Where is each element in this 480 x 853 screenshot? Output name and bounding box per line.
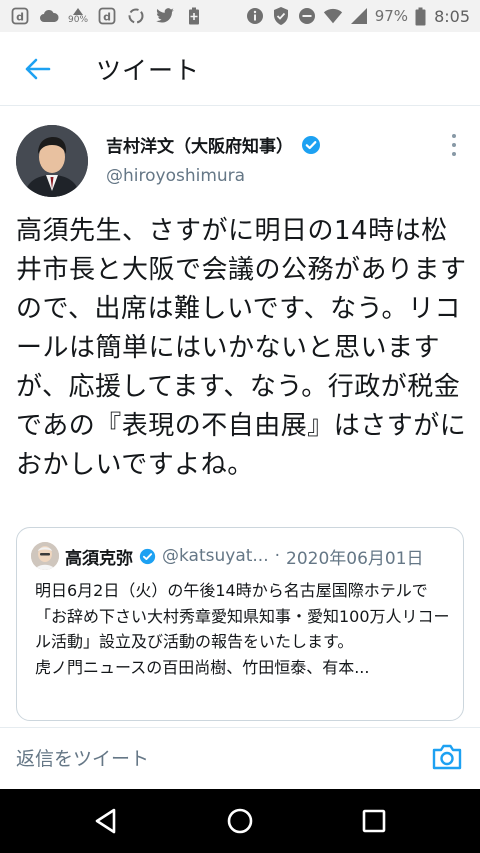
recycle-icon xyxy=(126,7,146,25)
author-handle[interactable]: @hiroyoshimura xyxy=(106,166,245,186)
system-nav-bar xyxy=(0,789,480,853)
verified-badge-icon xyxy=(139,548,156,564)
back-button[interactable] xyxy=(18,49,58,89)
quoted-text-truncated: 虎ノ門ニュースの百田尚樹、竹田恒泰、有本... xyxy=(35,657,370,677)
dnd-icon xyxy=(297,7,317,25)
percent-icon: 90% xyxy=(68,7,88,25)
tweet-author: 吉村洋文（大阪府知事） @hiroyoshimura xyxy=(0,106,480,201)
status-right-icons: 97% 8:05 xyxy=(245,7,470,26)
status-bar: d 90% d 97% 8:05 xyxy=(0,0,480,32)
reply-input[interactable]: 返信をツイート xyxy=(16,744,149,771)
verified-badge-icon xyxy=(302,135,320,154)
twitter-bird-icon xyxy=(155,7,175,25)
quoted-text-main: 明日6月2日（火）の午後14時から名古屋国際ホテルで「お辞め下さい大村秀章愛知県… xyxy=(35,581,450,651)
reply-bar: 返信をツイート xyxy=(0,727,480,787)
wifi-icon xyxy=(323,7,343,25)
more-dot-icon xyxy=(452,152,456,156)
arrow-left-icon xyxy=(25,58,51,79)
nav-recents-icon[interactable] xyxy=(360,807,388,835)
d-icon: d xyxy=(10,7,30,25)
d-icon-2: d xyxy=(97,7,117,25)
clock: 8:05 xyxy=(434,6,470,26)
quoted-text: 明日6月2日（火）の午後14時から名古屋国際ホテルで「お辞め下さい大村秀章愛知県… xyxy=(35,578,457,680)
nav-back-icon[interactable] xyxy=(92,807,120,835)
svg-text:d: d xyxy=(16,11,24,24)
info-icon xyxy=(245,7,265,25)
quoted-separator: · xyxy=(274,546,281,566)
battery-plus-icon xyxy=(184,7,204,25)
cloud-icon xyxy=(39,7,59,25)
author-name-row[interactable]: 吉村洋文（大阪府知事） xyxy=(106,132,321,157)
signal-icon xyxy=(349,7,369,25)
nav-home-icon[interactable] xyxy=(226,807,254,835)
more-dot-icon xyxy=(452,143,456,147)
app-header: ツイート xyxy=(0,32,480,106)
shield-icon xyxy=(271,7,291,25)
quoted-tweet-header: 高須克弥 @katsuyat... · 2020年06月01日 xyxy=(31,542,455,570)
avatar[interactable] xyxy=(16,125,88,197)
quoted-avatar xyxy=(31,542,59,570)
battery-icon xyxy=(414,7,426,25)
tweet-text: 高須先生、さすがに明日の14時は松井市長と大阪で会議の公務がありますので、出席は… xyxy=(16,216,467,480)
quoted-handle: @katsuyat... xyxy=(162,546,269,566)
percent-label: 90% xyxy=(68,15,89,25)
page-title: ツイート xyxy=(96,55,201,85)
svg-text:d: d xyxy=(103,11,111,24)
quoted-display-name: 高須克弥 xyxy=(65,548,133,569)
status-left-icons: d 90% d xyxy=(10,7,204,25)
quoted-tweet[interactable]: 高須克弥 @katsuyat... · 2020年06月01日 明日6月2日（火… xyxy=(16,527,464,721)
battery-percent: 97% xyxy=(374,7,409,25)
more-dot-icon xyxy=(452,134,456,138)
quoted-date: 2020年06月01日 xyxy=(286,548,424,569)
more-options-button[interactable] xyxy=(446,134,462,156)
camera-button[interactable] xyxy=(430,740,464,774)
camera-icon xyxy=(432,744,462,770)
author-display-name[interactable]: 吉村洋文（大阪府知事） xyxy=(106,132,293,157)
